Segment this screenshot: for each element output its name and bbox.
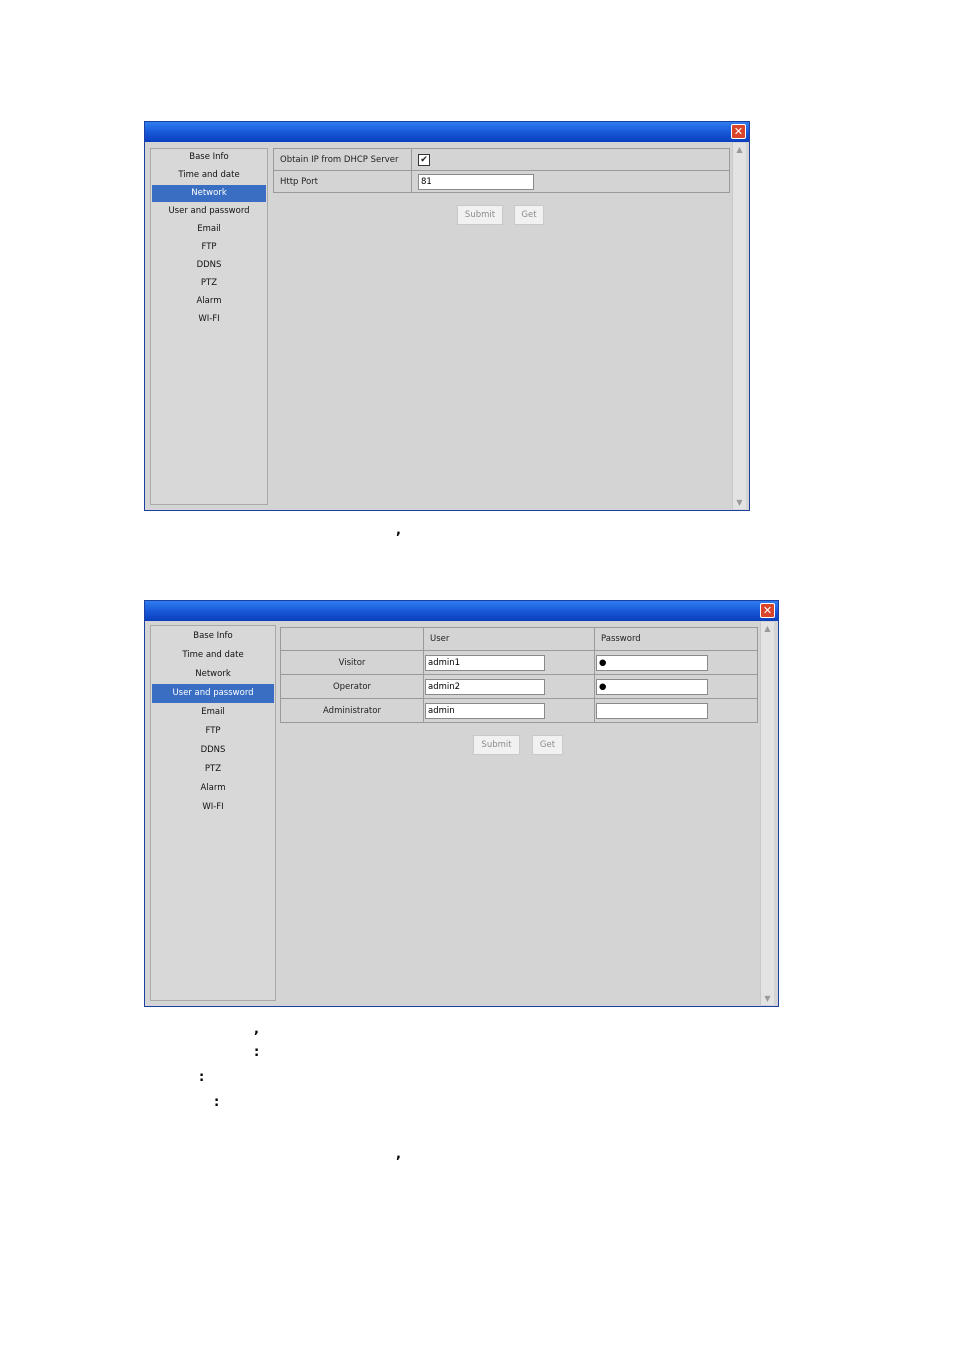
column-header-password: Password [594, 627, 758, 651]
sidebar-item-ftp[interactable]: FTP [152, 239, 266, 256]
network-form: Obtain IP from DHCP Server ✔ Http Port 8… [273, 148, 730, 193]
scroll-up-icon[interactable]: ▲ [734, 144, 745, 155]
punctuation-mark: , [396, 523, 401, 538]
window-titlebar[interactable] [145, 122, 749, 142]
user-cell: admin1 [423, 650, 595, 675]
sidebar-item-email[interactable]: Email [152, 703, 274, 722]
table-header-empty [280, 627, 424, 651]
dhcp-checkbox[interactable]: ✔ [418, 153, 430, 166]
settings-sidebar: Base Info Time and date Network User and… [150, 625, 276, 1001]
user-cell: admin [423, 698, 595, 723]
sidebar-item-base-info[interactable]: Base Info [152, 149, 266, 166]
scroll-up-icon[interactable]: ▲ [762, 623, 773, 634]
column-header-user: User [423, 627, 595, 651]
vertical-scrollbar[interactable]: ▲ ▼ [760, 622, 774, 1005]
sidebar-item-ddns[interactable]: DDNS [152, 257, 266, 274]
user-input[interactable]: admin1 [425, 654, 545, 671]
punctuation-mark: : [214, 1095, 220, 1110]
submit-button[interactable]: Submit [457, 205, 503, 225]
close-icon[interactable]: ✕ [731, 124, 746, 139]
password-input[interactable]: ● [596, 678, 708, 695]
sidebar-item-user-and-password[interactable]: User and password [152, 684, 274, 703]
user-input[interactable]: admin [425, 702, 545, 719]
sidebar-item-user-and-password[interactable]: User and password [152, 203, 266, 220]
password-input[interactable] [596, 702, 708, 719]
vertical-scrollbar[interactable]: ▲ ▼ [732, 143, 746, 509]
dhcp-label: Obtain IP from DHCP Server [273, 148, 412, 171]
sidebar-item-wifi[interactable]: WI-FI [152, 311, 266, 328]
user-password-window: ✕ Base Info Time and date Network User a… [144, 600, 779, 1007]
sidebar-item-email[interactable]: Email [152, 221, 266, 238]
sidebar-item-alarm[interactable]: Alarm [152, 293, 266, 310]
sidebar-item-ftp[interactable]: FTP [152, 722, 274, 741]
sidebar-item-wifi[interactable]: WI-FI [152, 798, 274, 817]
user-input[interactable]: admin2 [425, 678, 545, 695]
dhcp-cell: ✔ [411, 148, 730, 171]
scroll-down-icon[interactable]: ▼ [734, 497, 745, 508]
network-settings-window: ✕ Base Info Time and date Network User a… [144, 121, 750, 511]
password-input[interactable]: ● [596, 654, 708, 671]
sidebar-item-time-and-date[interactable]: Time and date [152, 646, 274, 665]
window-titlebar[interactable] [145, 601, 778, 621]
password-cell [594, 698, 758, 723]
role-label: Operator [280, 674, 424, 699]
punctuation-mark: : [199, 1070, 205, 1085]
sidebar-item-ptz[interactable]: PTZ [152, 760, 274, 779]
http-port-input[interactable]: 81 [418, 173, 534, 190]
sidebar-item-time-and-date[interactable]: Time and date [152, 167, 266, 184]
sidebar-item-network[interactable]: Network [152, 665, 274, 684]
submit-button[interactable]: Submit [473, 735, 520, 755]
http-port-label: Http Port [273, 170, 412, 193]
close-icon[interactable]: ✕ [760, 603, 775, 618]
get-button[interactable]: Get [532, 735, 563, 755]
settings-sidebar: Base Info Time and date Network User and… [150, 148, 268, 505]
sidebar-item-network[interactable]: Network [152, 185, 266, 202]
sidebar-item-ptz[interactable]: PTZ [152, 275, 266, 292]
punctuation-mark: : [254, 1045, 260, 1060]
http-port-cell: 81 [411, 170, 730, 193]
punctuation-mark: , [396, 1147, 401, 1162]
sidebar-item-base-info[interactable]: Base Info [152, 627, 274, 646]
user-password-table: User Password Visitor admin1 ● Operator … [280, 627, 758, 723]
sidebar-item-alarm[interactable]: Alarm [152, 779, 274, 798]
password-cell: ● [594, 674, 758, 699]
password-cell: ● [594, 650, 758, 675]
role-label: Administrator [280, 698, 424, 723]
scroll-down-icon[interactable]: ▼ [762, 993, 773, 1004]
punctuation-mark: , [254, 1022, 259, 1037]
role-label: Visitor [280, 650, 424, 675]
sidebar-item-ddns[interactable]: DDNS [152, 741, 274, 760]
user-cell: admin2 [423, 674, 595, 699]
get-button[interactable]: Get [514, 205, 544, 225]
